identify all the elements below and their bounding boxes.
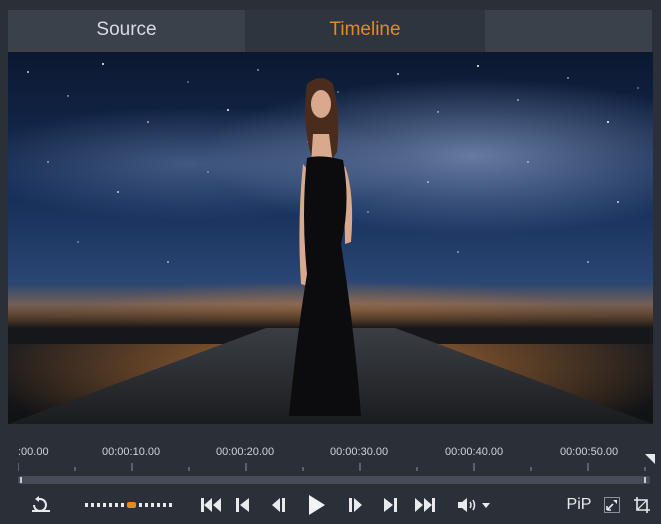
jog-shuttle-icon [85,502,172,508]
fullscreen-button[interactable] [601,490,623,520]
timecode-label: 00:00:40.00 [445,446,504,458]
crop-icon [634,497,650,513]
next-clip-icon [384,498,397,512]
loop-button[interactable] [28,490,54,520]
go-to-end-icon [415,498,435,512]
video-preview[interactable] [8,52,653,424]
timecode-label: 00:00:10.00 [102,446,161,458]
end-marker-icon[interactable] [645,454,655,464]
next-clip-button[interactable] [378,490,402,520]
go-to-start-button[interactable] [198,490,226,520]
timeline-panel: :00.00 00:00:10.00 00:00:20.00 00:00:30.… [8,424,655,524]
timecode-label: 00:00:30.00 [330,446,389,458]
go-to-start-icon [201,498,221,512]
volume-icon [458,498,490,512]
crop-button[interactable] [631,490,653,520]
go-to-end-button[interactable] [410,490,438,520]
step-back-icon [272,498,285,512]
tab-source[interactable]: Source [8,10,245,52]
play-button[interactable] [302,490,330,520]
timecode-label: 00:00:50.00 [560,446,619,458]
step-forward-button[interactable] [344,490,368,520]
step-back-button[interactable] [266,490,290,520]
loop-icon [32,496,50,512]
timecode-label: :00.00 [18,446,49,458]
scrubber-end-handle[interactable] [644,477,646,483]
play-icon [309,495,325,515]
woman-figure [289,78,361,416]
jog-shuttle-control[interactable] [84,490,176,520]
fullscreen-icon [604,497,620,513]
timecode-label: 00:00:20.00 [216,446,275,458]
scrubber-start-handle[interactable] [20,477,22,483]
timeline-ruler[interactable] [18,463,648,473]
timeline-scrubber[interactable] [18,476,650,484]
pip-button[interactable]: PiP [564,490,594,520]
step-forward-icon [349,498,362,512]
playback-controls: PiP [8,490,653,520]
tab-bar-filler [485,10,652,52]
tab-timeline[interactable]: Timeline [245,10,485,52]
volume-button[interactable] [455,490,495,520]
tab-bar: Source Timeline [0,0,661,52]
previous-clip-icon [236,498,249,512]
previous-clip-button[interactable] [231,490,255,520]
